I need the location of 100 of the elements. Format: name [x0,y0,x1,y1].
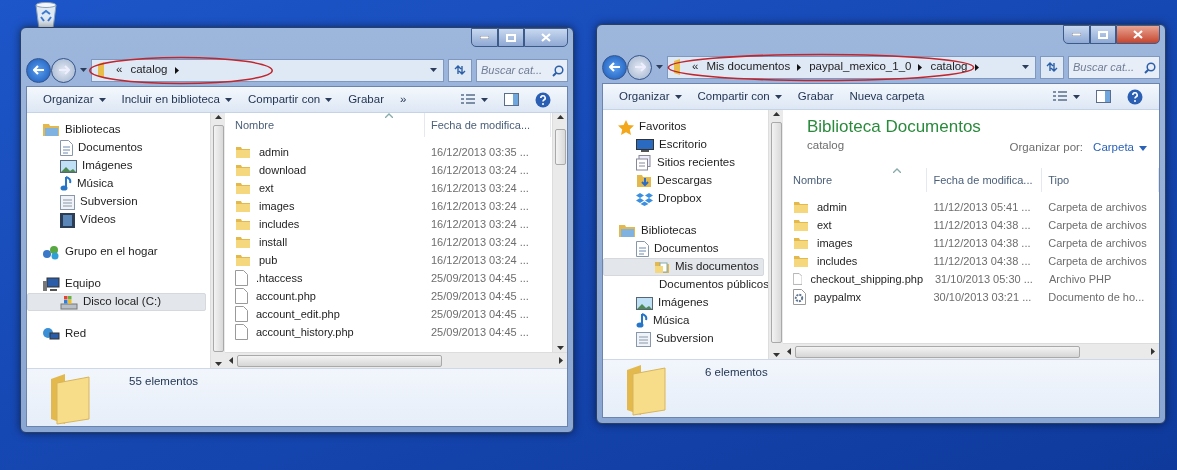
file-name[interactable]: admin [817,198,847,216]
nav-item[interactable]: Disco local (C:) [27,293,206,311]
address-bar[interactable]: « catalog [91,58,444,82]
nav-item[interactable]: Bibliotecas [27,121,206,139]
file-name[interactable]: includes [259,215,300,233]
nav-item[interactable]: Imágenes [603,294,764,312]
column-header[interactable]: Nombre [229,113,425,137]
file-name[interactable]: install [259,233,288,251]
nav-item[interactable]: Documentos [603,240,764,258]
nav-item[interactable]: Vídeos [27,211,206,229]
nav-item[interactable]: Documentos [27,139,206,157]
file-name[interactable]: images [259,197,295,215]
nav-item[interactable]: Imágenes [27,157,206,175]
scroll-thumb[interactable] [795,345,1080,358]
file-name[interactable]: ext [259,179,274,197]
toolbar-button[interactable]: Nueva carpeta [841,87,933,106]
scroll-thumb[interactable] [770,122,782,343]
toolbar-button[interactable]: » [391,90,415,109]
file-name[interactable]: paypalmx [814,288,862,306]
caret-icon [325,97,333,102]
dropdown-caret-icon [1022,65,1029,69]
diamonds-icon [636,192,653,206]
scroll-thumb[interactable] [212,125,224,352]
caret-icon [1139,145,1147,151]
nav-item[interactable]: Escritorio [603,136,764,154]
nav-item[interactable]: Grupo en el hogar [27,243,206,261]
toolbar-button[interactable]: Incluir en biblioteca [113,90,240,109]
arrange-label: Organizar por: [1009,140,1084,156]
modified-date: 30/10/2013 03:21 ... [933,290,1032,303]
file-icon [235,306,248,322]
column-header[interactable]: Fecha de modifica... [927,168,1043,192]
nav-item[interactable]: Música [603,312,764,330]
caret-icon [481,97,488,102]
back-button[interactable] [602,54,627,80]
file-name[interactable]: checkout_shipping.php [810,270,923,288]
nav-item[interactable]: Subversion [27,193,206,211]
help-icon [1127,88,1143,105]
nav-item[interactable]: Mis documentos [603,258,764,276]
maximize-button[interactable] [498,28,524,47]
scroll-thumb[interactable] [237,354,442,367]
dropdown-caret-icon [430,68,437,72]
file-name[interactable]: download [259,161,307,179]
nav-item[interactable]: Música [27,175,206,193]
nav-item[interactable]: Bibliotecas [603,222,764,240]
folder-icon [49,373,91,425]
scrollbar[interactable] [552,113,567,352]
library-title: Biblioteca Documentos [807,118,981,137]
library-icon [42,123,60,137]
close-button[interactable] [524,28,568,47]
forward-button[interactable] [627,54,652,80]
caret-icon [174,66,179,74]
file-name[interactable]: account_history.php [256,323,354,341]
file-name[interactable]: images [817,234,853,252]
file-name[interactable]: ext [817,216,832,234]
file-name[interactable]: pub [259,251,278,269]
forward-button[interactable] [51,57,76,83]
toolbar-button[interactable]: Compartir con [239,90,341,109]
column-header[interactable]: Tipo [1042,168,1159,192]
file-name[interactable]: admin [259,143,289,161]
scrollbar[interactable] [783,343,1159,359]
address-bar[interactable]: « Mis documentos paypal_mexico_1_0 catalog [667,55,1036,79]
nav-item[interactable]: Red [27,325,206,343]
toolbar-button[interactable]: Grabar [340,90,392,109]
toolbar-button[interactable]: Organizar [35,90,114,109]
search-field[interactable]: Buscar cat... [1068,55,1160,79]
minimize-button[interactable] [471,28,498,47]
toolbar-button[interactable]: Organizar [611,87,690,106]
file-name[interactable]: includes [817,252,858,270]
folder-icon [235,217,251,231]
file-name[interactable]: account.php [256,287,316,305]
toolbar-button[interactable]: Grabar [789,87,842,106]
modified-date: 16/12/2013 03:24 ... [431,163,529,176]
refresh-button[interactable] [1040,55,1064,79]
search-icon [552,64,564,77]
nav-item[interactable]: Subversion [603,330,764,348]
close-button[interactable] [1116,25,1160,44]
nav-item[interactable]: Favoritos [603,118,764,136]
column-header[interactable]: Nombre [787,168,928,192]
text-file-icon [636,331,651,347]
search-field[interactable]: Buscar cat... [476,58,568,82]
back-button[interactable] [26,57,51,83]
nav-item[interactable]: Descargas [603,172,764,190]
scrollbar[interactable] [225,352,567,368]
minimize-button[interactable] [1063,25,1090,44]
toolbar-button[interactable]: Compartir con [689,87,790,106]
nav-item[interactable]: Dropbox [603,190,764,208]
column-header[interactable]: Fecha de modifica... [425,113,551,137]
scroll-thumb[interactable] [554,129,566,165]
recycle-bin-icon[interactable] [33,2,59,30]
refresh-button[interactable] [448,58,472,82]
close-icon [1133,30,1143,39]
film-icon [60,212,75,228]
arrange-dropdown[interactable]: Carpeta [1093,139,1147,157]
scrollbar[interactable] [210,113,225,368]
scrollbar[interactable] [768,110,783,359]
file-name[interactable]: account_edit.php [256,305,340,323]
nav-item[interactable]: Equipo [27,275,206,293]
file-name[interactable]: .htaccess [256,269,303,287]
maximize-button[interactable] [1090,25,1116,44]
nav-item[interactable]: Sitios recientes [603,154,764,172]
